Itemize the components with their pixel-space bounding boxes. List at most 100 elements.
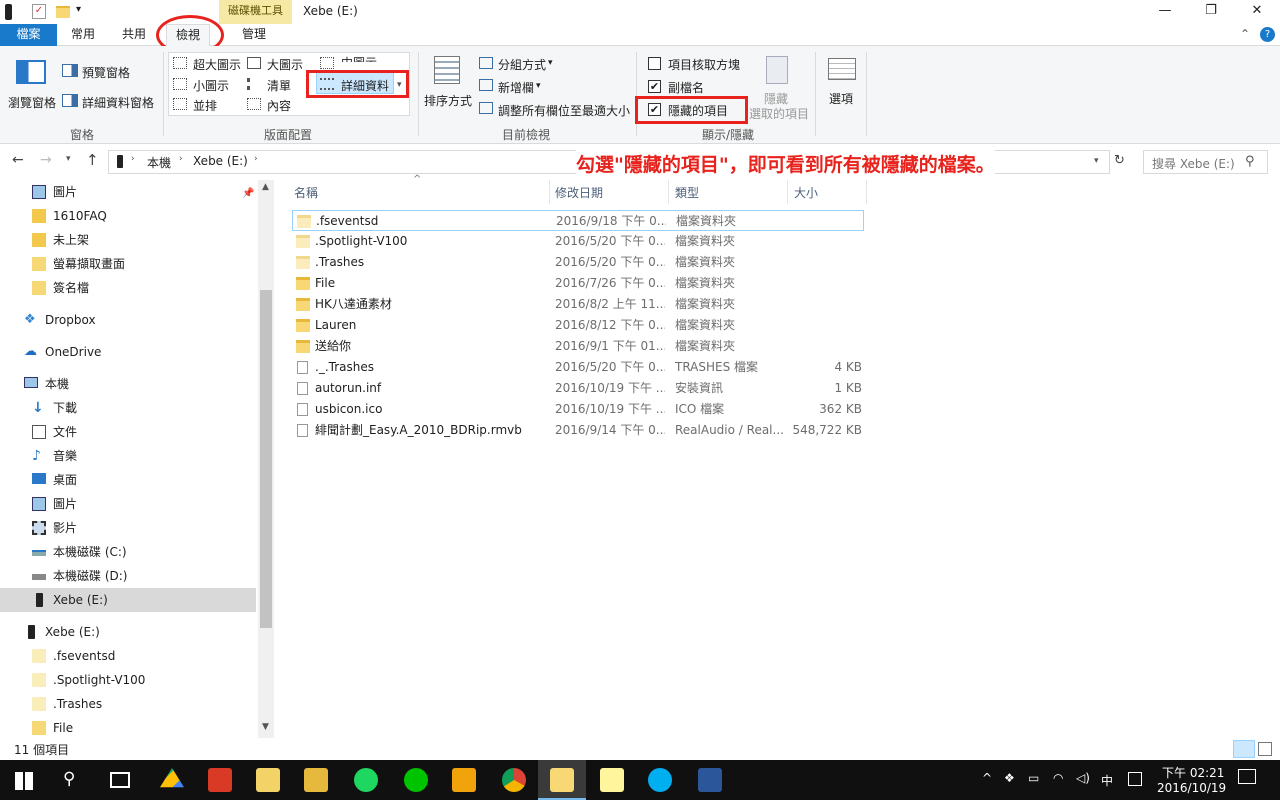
table-row[interactable]: autorun.inf 2016/10/19 下午 ... 安裝資訊 1 KB: [292, 378, 864, 399]
nav-item[interactable]: .Spotlight-V100: [0, 668, 256, 692]
scroll-up-icon[interactable]: ▲: [262, 182, 269, 192]
address-dropdown-icon[interactable]: ▾: [1094, 156, 1099, 166]
breadcrumb-drive[interactable]: Xebe (E:): [193, 154, 248, 168]
spotify-app[interactable]: [342, 760, 390, 800]
nav-item-onedrive[interactable]: ☁ OneDrive: [0, 340, 256, 364]
nav-item[interactable]: ♪ 音樂: [0, 444, 256, 468]
pin-icon[interactable]: 📌: [242, 182, 254, 206]
nav-item[interactable]: 未上架: [0, 228, 256, 252]
start-icon[interactable]: [15, 772, 33, 790]
dropbox-tray-icon[interactable]: ❖: [1004, 771, 1015, 785]
restore-button[interactable]: ❐: [1188, 0, 1234, 24]
new-folder-icon[interactable]: [56, 6, 70, 18]
table-row[interactable]: ._.Trashes 2016/5/20 下午 0... TRASHES 檔案 4 K…: [292, 357, 864, 378]
tab-home[interactable]: 常用: [62, 24, 104, 46]
ime-indicator[interactable]: 中: [1101, 772, 1113, 789]
nav-item[interactable]: 圖片: [0, 492, 256, 516]
column-header-size[interactable]: 大小: [794, 184, 818, 201]
nav-item-selected[interactable]: Xebe (E:): [0, 588, 256, 612]
scroll-down-icon[interactable]: ▼: [262, 722, 269, 732]
nav-item[interactable]: 影片: [0, 516, 256, 540]
table-row[interactable]: .fseventsd 2016/9/18 下午 0... 檔案資料夾: [292, 210, 864, 231]
column-header-date[interactable]: 修改日期: [555, 184, 603, 201]
back-icon[interactable]: ←: [12, 152, 24, 168]
column-separator[interactable]: [866, 180, 867, 204]
expand-ribbon-icon[interactable]: ⌃: [1240, 27, 1250, 41]
nav-item-drive[interactable]: Xebe (E:): [0, 620, 256, 644]
customize-toolbar-icon[interactable]: ▾: [76, 4, 81, 15]
battery-icon[interactable]: ▭: [1028, 771, 1039, 785]
properties-icon[interactable]: ✓: [32, 4, 46, 19]
breadcrumb-this-pc[interactable]: 本機: [147, 154, 171, 171]
notes-app[interactable]: [244, 760, 292, 800]
chart-app[interactable]: [196, 760, 244, 800]
show-hidden-icons-icon[interactable]: ^: [982, 771, 992, 785]
outlook-app[interactable]: [440, 760, 488, 800]
nav-scrollbar-thumb[interactable]: [260, 290, 272, 628]
navigation-pane-button[interactable]: 瀏覽窗格: [4, 50, 56, 122]
column-separator[interactable]: [668, 180, 669, 204]
nav-item[interactable]: .Trashes: [0, 692, 256, 716]
layout-content[interactable]: 內容: [267, 97, 291, 114]
close-button[interactable]: ✕: [1234, 0, 1280, 24]
help-icon[interactable]: ?: [1260, 27, 1275, 42]
clock-time[interactable]: 下午 02:21: [1162, 764, 1224, 781]
volume-icon[interactable]: ◁): [1076, 771, 1090, 785]
add-columns-button[interactable]: 新增欄: [498, 79, 534, 96]
layout-small-icons[interactable]: 小圖示: [193, 77, 229, 94]
layout-list[interactable]: 清單: [267, 77, 291, 94]
wifi-icon[interactable]: ◠: [1053, 771, 1063, 785]
tab-file[interactable]: 檔案: [0, 24, 57, 46]
nav-item[interactable]: 圖片 📌: [0, 180, 256, 204]
folder-app[interactable]: [292, 760, 340, 800]
column-separator[interactable]: [787, 180, 788, 204]
nav-item[interactable]: 1610FAQ: [0, 204, 256, 228]
layout-medium-icons[interactable]: 中圖示: [341, 54, 377, 62]
nav-item[interactable]: 本機磁碟 (C:): [0, 540, 256, 564]
layout-large-icons[interactable]: 大圖示: [267, 56, 303, 73]
nav-item-dropbox[interactable]: ❖ Dropbox: [0, 308, 256, 332]
group-by-button[interactable]: 分組方式: [498, 56, 546, 73]
ime-mode-icon[interactable]: [1128, 772, 1142, 786]
table-row[interactable]: 緋聞計劃_Easy.A_2010_BDRip.rmvb 2016/9/14 下午 …: [292, 420, 864, 441]
nav-item-this-pc[interactable]: 本機: [0, 372, 256, 396]
word-app[interactable]: [686, 760, 734, 800]
file-name-extensions-checkbox[interactable]: ✔: [648, 80, 661, 93]
column-header-name[interactable]: 名稱: [294, 184, 318, 201]
preview-pane-button[interactable]: 預覽窗格: [82, 64, 130, 81]
tab-manage[interactable]: 管理: [232, 24, 276, 46]
clock-date[interactable]: 2016/10/19: [1157, 781, 1226, 795]
gallery-more-icon[interactable]: ▾: [397, 80, 402, 90]
line-app[interactable]: [392, 760, 440, 800]
search-icon[interactable]: ⚲: [63, 769, 75, 789]
nav-item[interactable]: 螢幕擷取畫面: [0, 252, 256, 276]
item-check-boxes-checkbox[interactable]: [648, 57, 661, 70]
recent-locations-icon[interactable]: ▾: [66, 154, 71, 164]
forward-icon[interactable]: →: [40, 152, 52, 168]
table-row[interactable]: 送給你 2016/9/1 下午 01... 檔案資料夾: [292, 336, 864, 357]
nav-item[interactable]: 文件: [0, 420, 256, 444]
table-row[interactable]: File 2016/7/26 下午 0... 檔案資料夾: [292, 273, 864, 294]
minimize-button[interactable]: —: [1142, 0, 1188, 24]
details-view-icon[interactable]: [1233, 740, 1255, 758]
up-icon[interactable]: ↑: [86, 151, 99, 169]
table-row[interactable]: .Spotlight-V100 2016/5/20 下午 0... 檔案資料夾: [292, 231, 864, 252]
google-drive-app[interactable]: [148, 760, 196, 800]
layout-tiles[interactable]: 並排: [193, 97, 217, 114]
refresh-icon[interactable]: ↻: [1114, 153, 1125, 168]
nav-item[interactable]: .fseventsd: [0, 644, 256, 668]
table-row[interactable]: .Trashes 2016/5/20 下午 0... 檔案資料夾: [292, 252, 864, 273]
table-row[interactable]: usbicon.ico 2016/10/19 下午 ... ICO 檔案 362 KB: [292, 399, 864, 420]
tab-share[interactable]: 共用: [113, 24, 155, 46]
nav-item[interactable]: File: [0, 716, 256, 738]
sort-by-button[interactable]: 排序方式: [422, 52, 474, 122]
nav-item[interactable]: 簽名檔: [0, 276, 256, 300]
sticky-notes-app[interactable]: [588, 760, 636, 800]
nav-item[interactable]: ↓ 下載: [0, 396, 256, 420]
table-row[interactable]: Lauren 2016/8/12 下午 0... 檔案資料夾: [292, 315, 864, 336]
task-view-icon[interactable]: [110, 772, 130, 788]
size-all-columns-button[interactable]: 調整所有欄位至最適大小: [498, 102, 630, 119]
action-center-icon[interactable]: [1238, 769, 1256, 784]
nav-scrollbar[interactable]: ▲ ▼: [258, 180, 274, 738]
file-explorer-app[interactable]: [538, 760, 586, 800]
